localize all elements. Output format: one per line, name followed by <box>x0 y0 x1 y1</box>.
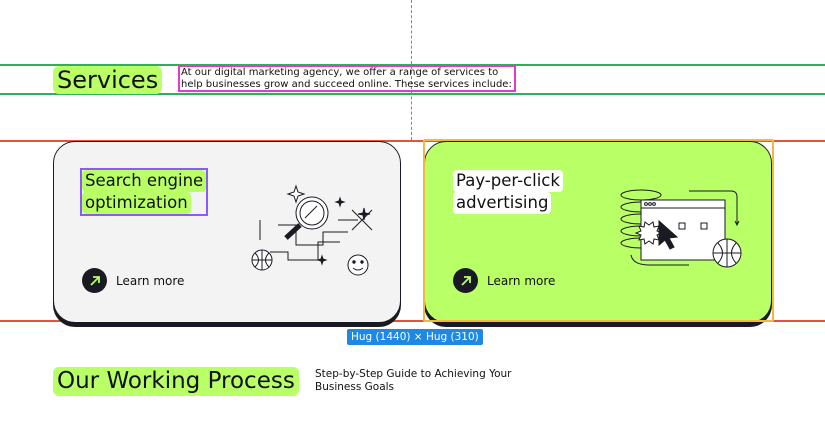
card-title-seo: Search engine optimization <box>79 168 209 216</box>
services-heading: Services <box>53 66 163 94</box>
card-title-ppc: Pay-per-click advertising <box>453 170 563 214</box>
learn-more-label: Learn more <box>487 273 556 288</box>
learn-more-label: Learn more <box>116 273 185 288</box>
dimension-badge: Hug (1440) × Hug (310) <box>347 329 483 345</box>
seo-magnifier-illustration-icon <box>251 184 373 276</box>
learn-more-link-seo[interactable]: Learn more <box>82 268 184 293</box>
service-card-ppc[interactable]: Pay-per-click advertising Learn more <box>424 141 772 323</box>
working-process-subtitle: Step-by-Step Guide to Achieving Your Bus… <box>315 368 512 393</box>
arrow-up-right-icon <box>82 268 107 293</box>
services-intro-text[interactable]: At our digital marketing agency, we offe… <box>178 65 516 92</box>
card-title-ppc-line2: advertising <box>453 192 552 214</box>
working-process-heading: Our Working Process <box>53 367 299 396</box>
service-card-seo[interactable]: Search engine optimization Learn more <box>53 141 401 323</box>
card-title-ppc-line1: Pay-per-click <box>453 170 563 192</box>
card-title-seo-line1: Search engine <box>82 170 207 192</box>
ppc-browser-illustration-icon <box>620 189 742 268</box>
arrow-up-right-icon <box>453 268 478 293</box>
learn-more-link-ppc[interactable]: Learn more <box>453 268 555 293</box>
card-title-seo-line2: optimization <box>82 192 191 214</box>
